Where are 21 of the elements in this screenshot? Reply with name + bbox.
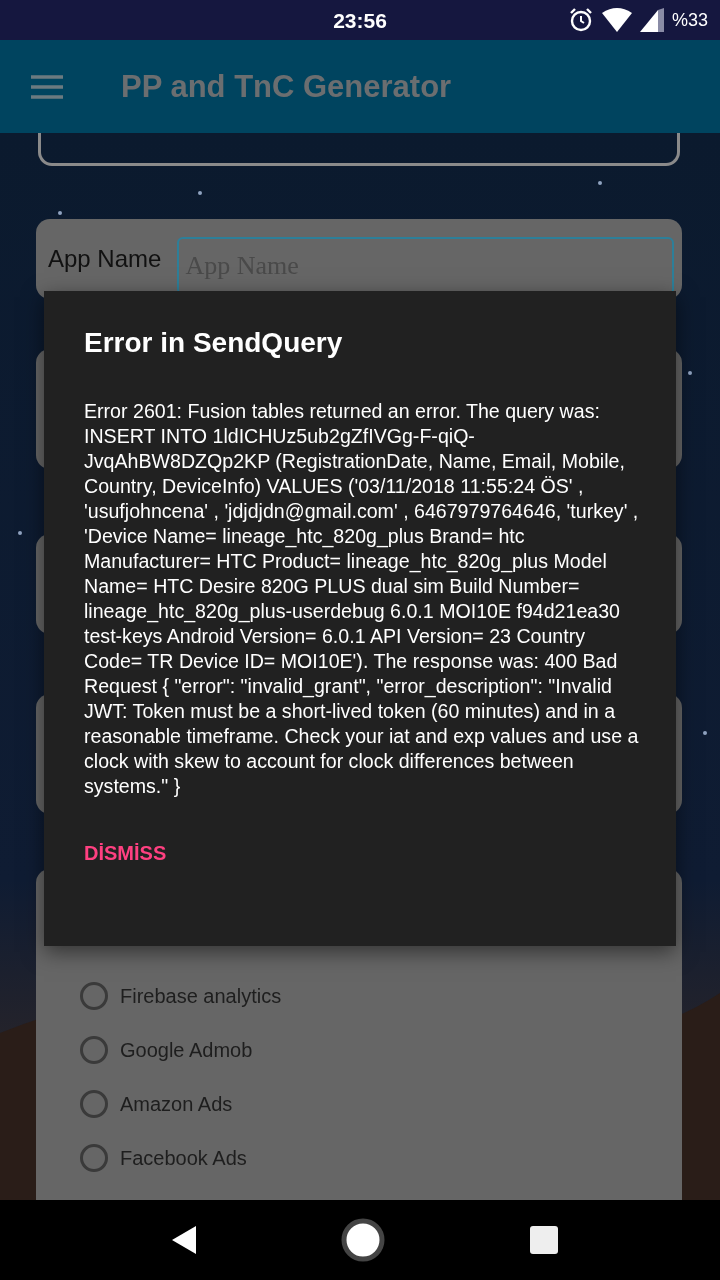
menu-icon[interactable] bbox=[31, 74, 63, 99]
radio-label: Google Admob bbox=[120, 1038, 253, 1062]
dialog-title: Error in SendQuery bbox=[84, 327, 344, 359]
field-label: App Name bbox=[48, 245, 162, 273]
radio-button[interactable] bbox=[80, 1036, 108, 1064]
radio-button[interactable] bbox=[80, 1144, 108, 1172]
radio-button[interactable] bbox=[80, 1090, 108, 1118]
radio-label: Amazon Ads bbox=[120, 1092, 233, 1116]
error-message: Error 2601: Fusion tables returned an error. The query was: INSERT INTO 1ldICHUz5ub2gZfIVGg-F-qiQ-JvqAhBW8DZQp2KP (RegistrationDate, Name, Email, Mobile, Country, DeviceInfo) VALUES ('03/11/2018 11:55:24 ÖS' , 'usufjohncena' , 'jdjdjdn@gmail.com' , 6467979764646, 'turkey' , 'Device Name= lineage_htc_820g_plus Brand= htc Manufacturer= HTC Product= lineage_htc_820g_plus Model Name= HTC Desire 820G PLUS dual sim Build Number= lineage_htc_820g_plus-userdebug 6.0.1 MOI10E f94d21ea30 test-keys Android Version= 6.0.1 API Version= 23 Country Code= TR Device ID= MOI10E'). The response was: 400 Bad Request { "error": "invalid_grant", "error_description": "Invalid JWT: Token must be a short-lived token (60 minutes) and in a reasonable timeframe. Check your iat and exp values and use a clock with skew to account for clock differences between systems." } bbox=[84, 399, 640, 799]
radio-label: Facebook Ads bbox=[120, 1146, 247, 1170]
home-icon[interactable] bbox=[341, 1218, 385, 1262]
signal-icon bbox=[639, 8, 664, 32]
dismiss-button[interactable]: DİSMİSS bbox=[76, 836, 175, 871]
recents-icon[interactable] bbox=[529, 1226, 558, 1254]
wifi-icon bbox=[601, 8, 632, 32]
app-title: PP and TnC Generator bbox=[121, 68, 452, 105]
back-icon[interactable] bbox=[172, 1226, 197, 1254]
radio-button[interactable] bbox=[80, 982, 108, 1010]
battery-percent: %33 bbox=[671, 9, 708, 31]
clock-time: 23:56 bbox=[333, 9, 387, 33]
radio-label: Firebase analytics bbox=[120, 984, 282, 1008]
